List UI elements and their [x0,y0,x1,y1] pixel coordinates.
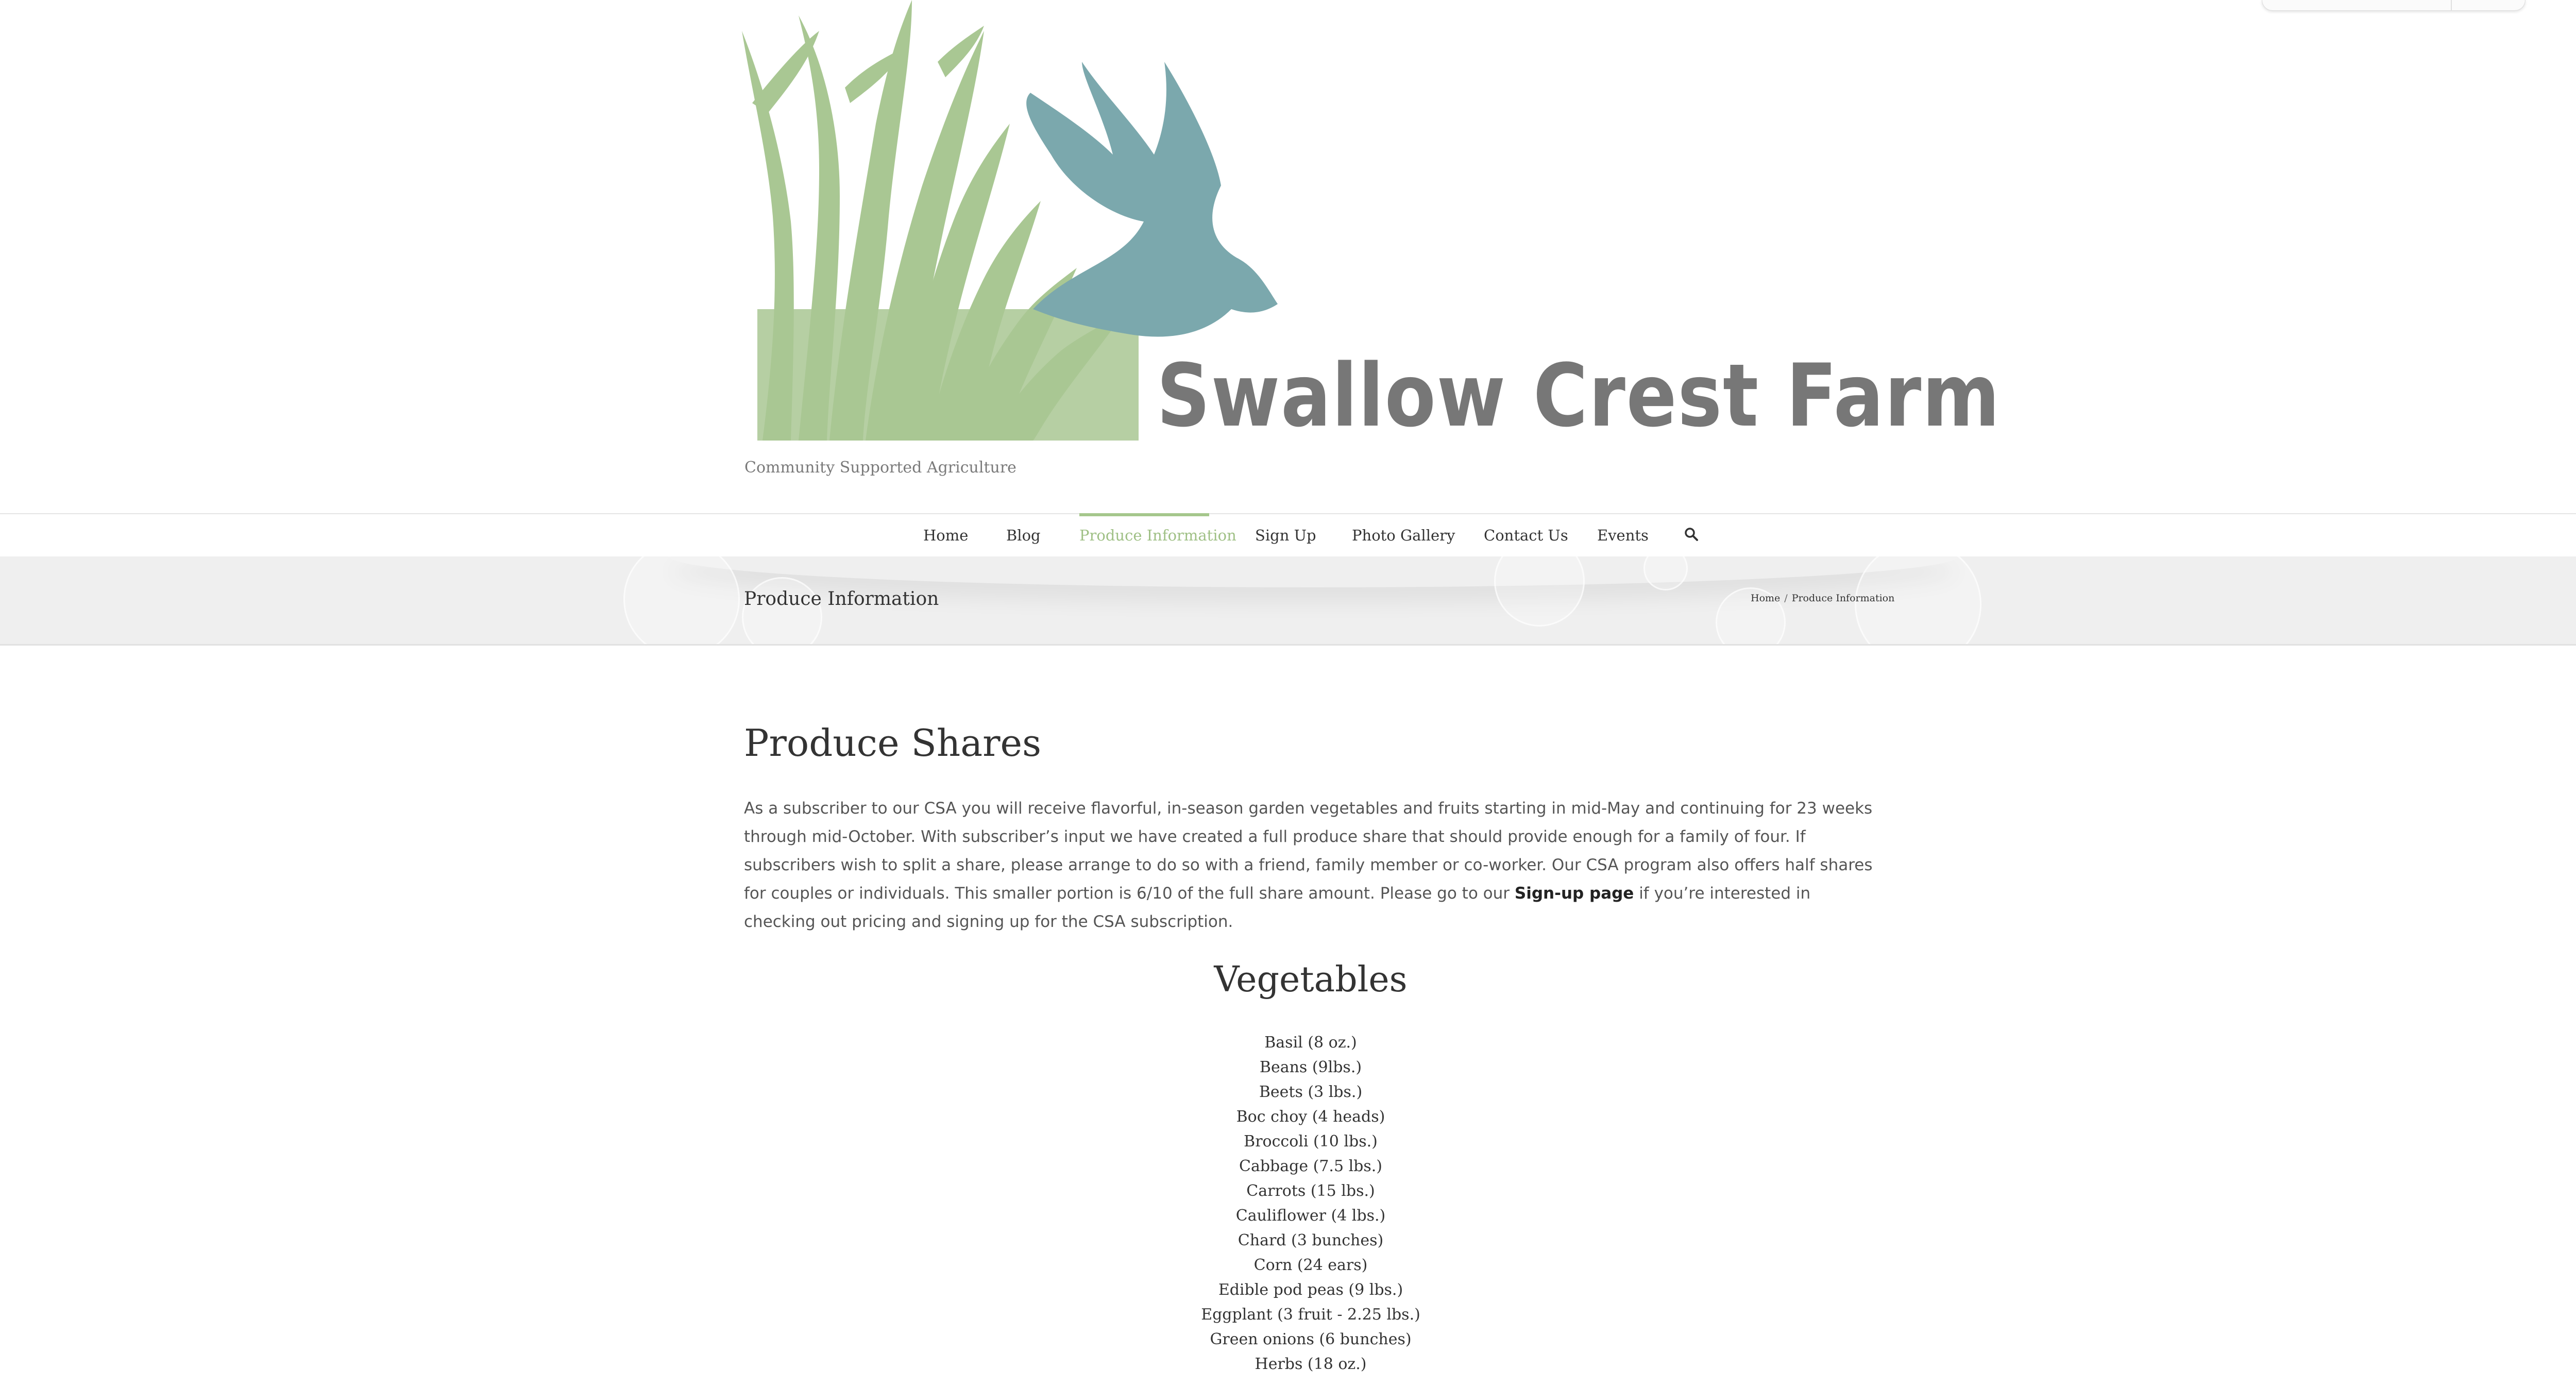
breadcrumb-separator: / [1784,593,1788,604]
title-bar-shadow [670,556,1958,587]
search-icon[interactable] [1684,527,1699,542]
site-tagline: Community Supported Agriculture [744,459,1016,477]
page-title-bar: Produce Information Home / Produce Informa… [0,556,2576,646]
nav-events[interactable]: Events [1597,527,1649,544]
list-item: Corn (24 ears) [1253,1256,1368,1274]
vegetables-heading: Vegetables [1214,959,1408,1000]
list-item: Basil (8 oz.) [1264,1034,1357,1052]
list-item: Herbs (18 oz.) [1255,1355,1367,1373]
bokeh-circle [623,556,740,644]
nav-produce-information[interactable]: Produce Information [1079,527,1236,544]
nav-photo-gallery[interactable]: Photo Gallery [1352,527,1455,544]
widget-divider [2451,0,2452,10]
nav-blog[interactable]: Blog [1006,527,1041,544]
grass-illustration [742,0,1139,441]
breadcrumb-current: Produce Information [1791,593,1895,604]
vegetables-list: Basil (8 oz.) Beans (9lbs.) Beets (3 lbs… [744,1030,1877,1377]
page-title: Produce Information [744,588,939,610]
list-item: Cabbage (7.5 lbs.) [1239,1157,1382,1175]
top-corner-widget[interactable] [2262,0,2526,11]
main-navigation: Home Blog Produce Information Sign Up Ph… [0,513,2576,559]
site-name[interactable]: Swallow Crest Farm [1157,345,2001,446]
breadcrumb-home[interactable]: Home [1751,593,1780,604]
list-item: Green onions (6 bunches) [1210,1330,1412,1348]
list-item: Beets (3 lbs.) [1259,1083,1363,1101]
bird-illustration [1026,62,1278,337]
bokeh-circle [1643,556,1688,590]
list-item: Chard (3 bunches) [1238,1231,1384,1249]
list-item: Carrots (15 lbs.) [1246,1182,1375,1200]
list-item: Boc choy (4 heads) [1236,1108,1385,1126]
bokeh-circle [1494,556,1585,627]
signup-page-link[interactable]: Sign-up page [1515,884,1634,903]
breadcrumb: Home / Produce Information [1751,593,1894,604]
list-item: Eggplant (3 fruit - 2.25 lbs.) [1201,1306,1420,1324]
nav-contact-us[interactable]: Contact Us [1484,527,1568,544]
intro-paragraph: As a subscriber to our CSA you will rece… [744,795,1877,936]
nav-sign-up[interactable]: Sign Up [1255,527,1316,544]
list-item: Broccoli (10 lbs.) [1244,1133,1378,1151]
bokeh-circle [742,577,822,644]
list-item: Edible pod peas (9 lbs.) [1218,1281,1403,1299]
list-item: Cauliflower (4 lbs.) [1235,1207,1386,1225]
nav-home[interactable]: Home [923,527,968,544]
produce-shares-heading: Produce Shares [744,721,1042,765]
list-item: Beans (9lbs.) [1259,1058,1362,1076]
active-nav-indicator [1079,513,1209,516]
